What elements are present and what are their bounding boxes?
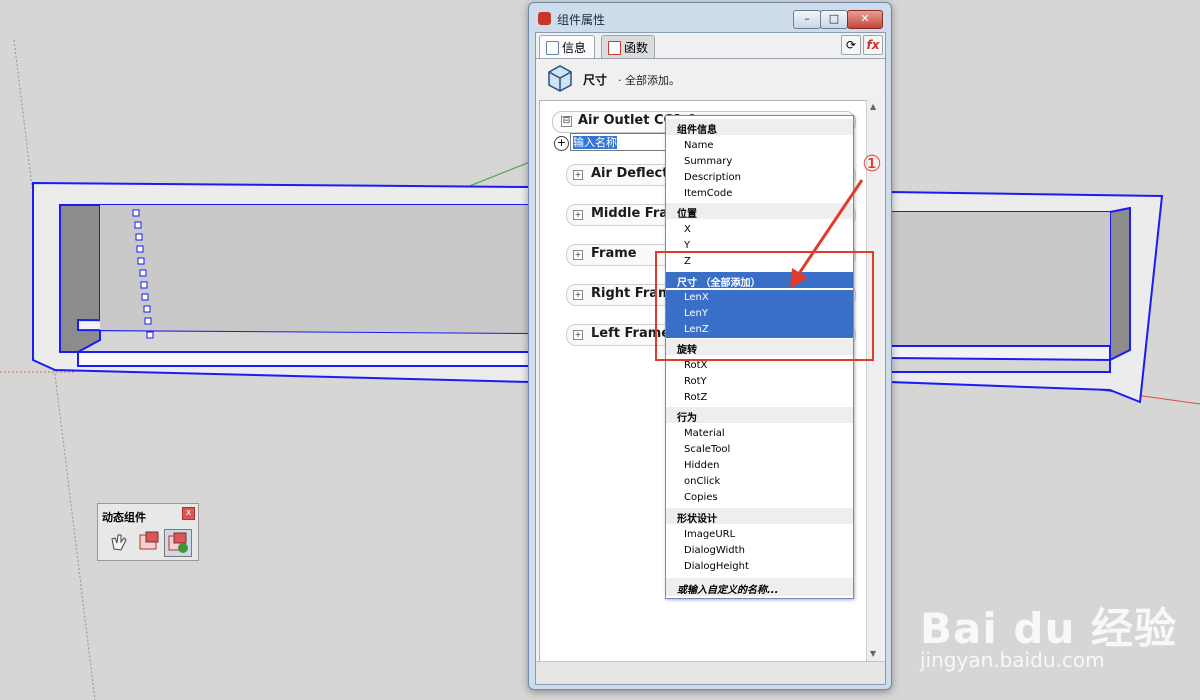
dynamic-components-toolbar: 动态组件 x	[97, 503, 199, 561]
custom-name-option[interactable]: 或输入自定义的名称...	[666, 578, 853, 596]
expand-icon[interactable]: +	[573, 290, 583, 300]
sketchup-app-icon	[538, 12, 551, 25]
collapse-icon[interactable]: ⊟	[561, 116, 572, 127]
dropdown-item[interactable]: Copies	[666, 490, 853, 506]
component-attributes-icon[interactable]	[164, 529, 192, 557]
dropdown-item[interactable]: Hidden	[666, 458, 853, 474]
minimize-button[interactable]: –	[793, 10, 821, 29]
attribute-name-value: 输入名称	[573, 136, 617, 149]
status-bar	[536, 661, 885, 684]
formula-icon: fx	[866, 38, 880, 52]
dropdown-item[interactable]: ImageURL	[666, 527, 853, 543]
expand-icon[interactable]: +	[573, 330, 583, 340]
tab-functions-label: 函数	[624, 41, 649, 55]
maximize-icon: □	[828, 12, 840, 25]
tab-divider	[536, 58, 885, 59]
attribute-name-input[interactable]: 输入名称	[570, 133, 672, 151]
dropdown-item[interactable]: Name	[666, 138, 853, 154]
highlight-box	[655, 251, 874, 361]
refresh-icon: ⟳	[845, 38, 857, 52]
attribute-header-subtitle: · 全部添加。	[618, 74, 680, 87]
watermark-brand: Bai du 经验	[920, 604, 1177, 653]
dropdown-item[interactable]: RotY	[666, 374, 853, 390]
watermark-url: jingyan.baidu.com	[920, 648, 1105, 672]
dropdown-item[interactable]: Material	[666, 426, 853, 442]
interact-tool-icon[interactable]	[106, 529, 132, 555]
close-icon: ✕	[860, 12, 870, 25]
refresh-button[interactable]: ⟳	[841, 35, 861, 55]
dropdown-item[interactable]: DialogWidth	[666, 543, 853, 559]
dropdown-group-header: 行为	[666, 407, 853, 424]
toolbar-close-icon[interactable]: x	[182, 507, 195, 520]
dropdown-item[interactable]: DialogHeight	[666, 559, 853, 575]
maximize-button[interactable]: □	[820, 10, 848, 29]
air-outlet-model-right[interactable]	[889, 190, 1164, 404]
info-icon	[546, 41, 559, 55]
dropdown-group-header: 位置	[666, 203, 853, 220]
component-cube-icon	[548, 65, 572, 92]
attribute-header-title: 尺寸	[583, 73, 608, 87]
dropdown-item[interactable]: onClick	[666, 474, 853, 490]
expand-icon[interactable]: +	[573, 250, 583, 260]
component-options-icon[interactable]	[136, 529, 162, 555]
dropdown-group-header: 组件信息	[666, 119, 853, 136]
dropdown-item[interactable]: ItemCode	[666, 186, 853, 202]
expand-icon[interactable]: +	[573, 210, 583, 220]
subcomponent-name: Frame	[591, 246, 637, 261]
tab-info[interactable]: 信息	[539, 35, 595, 58]
air-outlet-model-left[interactable]	[32, 181, 531, 384]
add-attribute-button[interactable]: +	[554, 136, 569, 151]
dropdown-item[interactable]: RotZ	[666, 390, 853, 406]
dropdown-item[interactable]: Description	[666, 170, 853, 186]
close-button[interactable]: ✕	[847, 10, 883, 29]
dialog-titlebar[interactable]: 组件属性 – □ ✕	[529, 3, 891, 33]
scroll-up-icon[interactable]: ▲	[870, 102, 876, 111]
minimize-icon: –	[804, 12, 810, 25]
tab-functions[interactable]: 函数	[601, 35, 655, 58]
baidu-watermark: Bai du 经验 jingyan.baidu.com	[920, 575, 1200, 695]
function-icon	[608, 41, 621, 55]
dropdown-item[interactable]: X	[666, 222, 853, 238]
dropdown-item[interactable]: ScaleTool	[666, 442, 853, 458]
dropdown-group-header: 形状设计	[666, 508, 853, 525]
tab-info-label: 信息	[562, 41, 587, 55]
dialog-title: 组件属性	[557, 13, 606, 27]
toggle-formula-button[interactable]: fx	[863, 35, 883, 55]
dropdown-item[interactable]: Summary	[666, 154, 853, 170]
expand-icon[interactable]: +	[573, 170, 583, 180]
callout-number: ①	[862, 152, 882, 177]
toolbar-title: 动态组件	[102, 511, 146, 524]
scroll-down-icon[interactable]: ▼	[870, 649, 876, 658]
vertical-scrollbar[interactable]: ▲ ▼	[866, 100, 882, 660]
